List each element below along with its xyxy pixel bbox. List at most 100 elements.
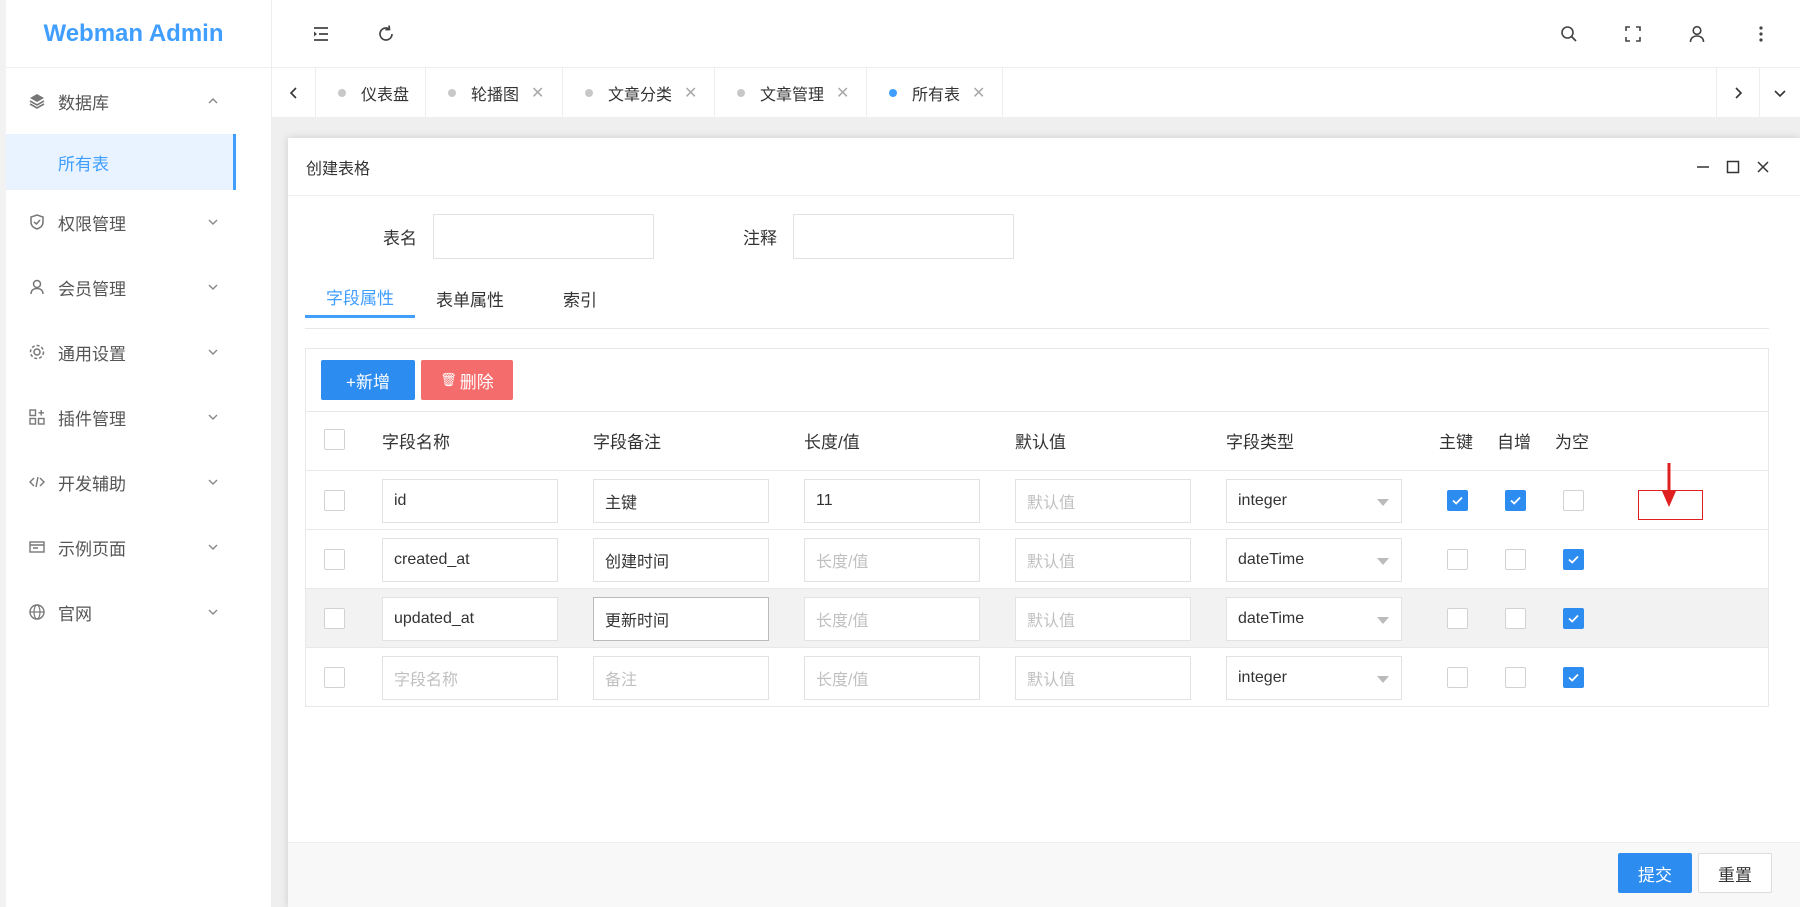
field-remark-input[interactable]: 创建时间	[593, 538, 769, 582]
field-type-select[interactable]: dateTime	[1226, 597, 1402, 641]
primary-key-checkbox[interactable]	[1447, 608, 1468, 629]
tab-label: 文章管理	[760, 87, 825, 104]
nullable-checkbox[interactable]	[1563, 667, 1584, 688]
minimize-icon[interactable]	[1692, 156, 1714, 178]
close-icon[interactable]: ✕	[836, 83, 849, 103]
tab-indexes[interactable]: 索引	[525, 278, 635, 318]
row-checkbox[interactable]	[324, 608, 345, 629]
chevron-down-icon	[206, 214, 220, 228]
field-name-input[interactable]: 字段名称	[382, 656, 558, 700]
sidebar-item-label: 通用设置	[58, 344, 126, 364]
user-icon[interactable]	[1686, 23, 1708, 45]
sidebar-item-database[interactable]: 数据库	[6, 76, 272, 126]
nullable-checkbox[interactable]	[1563, 490, 1584, 511]
auto-increment-checkbox[interactable]	[1505, 667, 1526, 688]
field-default-input[interactable]: 默认值	[1015, 597, 1191, 641]
field-type-select[interactable]: integer	[1226, 479, 1402, 523]
tab-all-tables[interactable]: 所有表 ✕	[867, 68, 1003, 118]
field-type-select[interactable]: integer	[1226, 656, 1402, 700]
select-all-checkbox[interactable]	[324, 429, 345, 450]
maximize-icon[interactable]	[1722, 156, 1744, 178]
menu-fold-icon[interactable]	[310, 23, 332, 45]
sidebar-item-members[interactable]: 会员管理	[6, 262, 272, 312]
top-header	[272, 0, 1800, 68]
table-name-input[interactable]	[433, 214, 654, 259]
tab-article-management[interactable]: 文章管理 ✕	[715, 68, 867, 118]
submit-button[interactable]: 提交	[1618, 853, 1692, 893]
sidebar-item-plugins[interactable]: 插件管理	[6, 392, 272, 442]
sidebar-item-examples[interactable]: 示例页面	[6, 522, 272, 572]
tab-status-dot	[585, 89, 593, 97]
primary-key-checkbox[interactable]	[1447, 490, 1468, 511]
chevron-down-icon	[206, 539, 220, 553]
field-default-input[interactable]: 默认值	[1015, 656, 1191, 700]
sidebar-item-label: 数据库	[58, 93, 109, 113]
field-length-input[interactable]: 11	[804, 479, 980, 523]
close-icon[interactable]: ✕	[684, 83, 697, 103]
field-remark-input[interactable]: 备注	[593, 656, 769, 700]
auto-increment-checkbox[interactable]	[1505, 490, 1526, 511]
comment-label: 注释	[743, 229, 777, 248]
tab-label: 文章分类	[608, 87, 673, 104]
refresh-icon[interactable]	[375, 23, 397, 45]
field-name-input[interactable]: updated_at	[382, 597, 558, 641]
tab-article-category[interactable]: 文章分类 ✕	[563, 68, 715, 118]
primary-key-checkbox[interactable]	[1447, 667, 1468, 688]
tabs-scroll-right-button[interactable]	[1716, 68, 1760, 118]
tabs-dropdown-button[interactable]	[1760, 68, 1800, 118]
gear-icon	[28, 343, 46, 361]
tab-label: 所有表	[912, 87, 961, 104]
chevron-down-icon	[206, 279, 220, 293]
nullable-checkbox[interactable]	[1563, 608, 1584, 629]
search-icon[interactable]	[1558, 23, 1580, 45]
sidebar-item-settings[interactable]: 通用设置	[6, 327, 272, 377]
row-checkbox[interactable]	[324, 667, 345, 688]
comment-input[interactable]	[793, 214, 1014, 259]
globe-icon	[28, 603, 46, 621]
user-icon	[28, 278, 46, 296]
add-field-button[interactable]: +新增	[321, 360, 415, 400]
field-name-input[interactable]: id	[382, 479, 558, 523]
field-length-input[interactable]: 长度/值	[804, 597, 980, 641]
tab-field-attributes[interactable]: 字段属性	[305, 278, 415, 318]
column-header: 字段类型	[1226, 433, 1294, 452]
row-checkbox[interactable]	[324, 490, 345, 511]
caret-down-icon	[1377, 558, 1389, 565]
close-icon[interactable]: ✕	[531, 83, 544, 103]
sidebar-item-label: 插件管理	[58, 409, 126, 429]
page-tabs-bar: 仪表盘 轮播图 ✕ 文章分类 ✕ 文章管理 ✕ 所有表 ✕	[272, 68, 1800, 118]
more-vertical-icon[interactable]	[1750, 23, 1772, 45]
table-row: id 主键 11 默认值 integer	[306, 470, 1768, 529]
reset-button[interactable]: 重置	[1698, 853, 1772, 893]
field-default-input[interactable]: 默认值	[1015, 479, 1191, 523]
tab-form-attributes[interactable]: 表单属性	[415, 278, 525, 318]
field-name-input[interactable]: created_at	[382, 538, 558, 582]
close-icon[interactable]	[1752, 156, 1774, 178]
field-length-input[interactable]: 长度/值	[804, 656, 980, 700]
nullable-checkbox[interactable]	[1563, 549, 1584, 570]
fullscreen-icon[interactable]	[1622, 23, 1644, 45]
field-type-select[interactable]: dateTime	[1226, 538, 1402, 582]
sidebar: Webman Admin 数据库 所有表 权限管理 会员管理 通用设置 插件管理…	[6, 0, 272, 907]
delete-field-button[interactable]: 🗑 删除	[421, 360, 513, 400]
tab-dashboard[interactable]: 仪表盘	[316, 68, 426, 118]
auto-increment-checkbox[interactable]	[1505, 549, 1526, 570]
app-logo: Webman Admin	[6, 0, 271, 68]
row-checkbox[interactable]	[324, 549, 345, 570]
tab-carousel[interactable]: 轮播图 ✕	[426, 68, 563, 118]
sidebar-item-devtools[interactable]: 开发辅助	[6, 457, 272, 507]
sidebar-subitem-all-tables[interactable]: 所有表	[6, 134, 236, 190]
field-remark-input[interactable]: 主键	[593, 479, 769, 523]
field-default-input[interactable]: 默认值	[1015, 538, 1191, 582]
dialog-footer: 提交 重置	[288, 842, 1800, 907]
field-remark-input[interactable]: 更新时间	[593, 597, 769, 641]
field-length-input[interactable]: 长度/值	[804, 538, 980, 582]
plugin-icon	[28, 408, 46, 426]
primary-key-checkbox[interactable]	[1447, 549, 1468, 570]
column-header: 字段备注	[593, 433, 661, 452]
close-icon[interactable]: ✕	[972, 83, 985, 103]
sidebar-item-website[interactable]: 官网	[6, 587, 272, 637]
auto-increment-checkbox[interactable]	[1505, 608, 1526, 629]
sidebar-item-permissions[interactable]: 权限管理	[6, 197, 272, 247]
tabs-scroll-left-button[interactable]	[272, 68, 316, 118]
